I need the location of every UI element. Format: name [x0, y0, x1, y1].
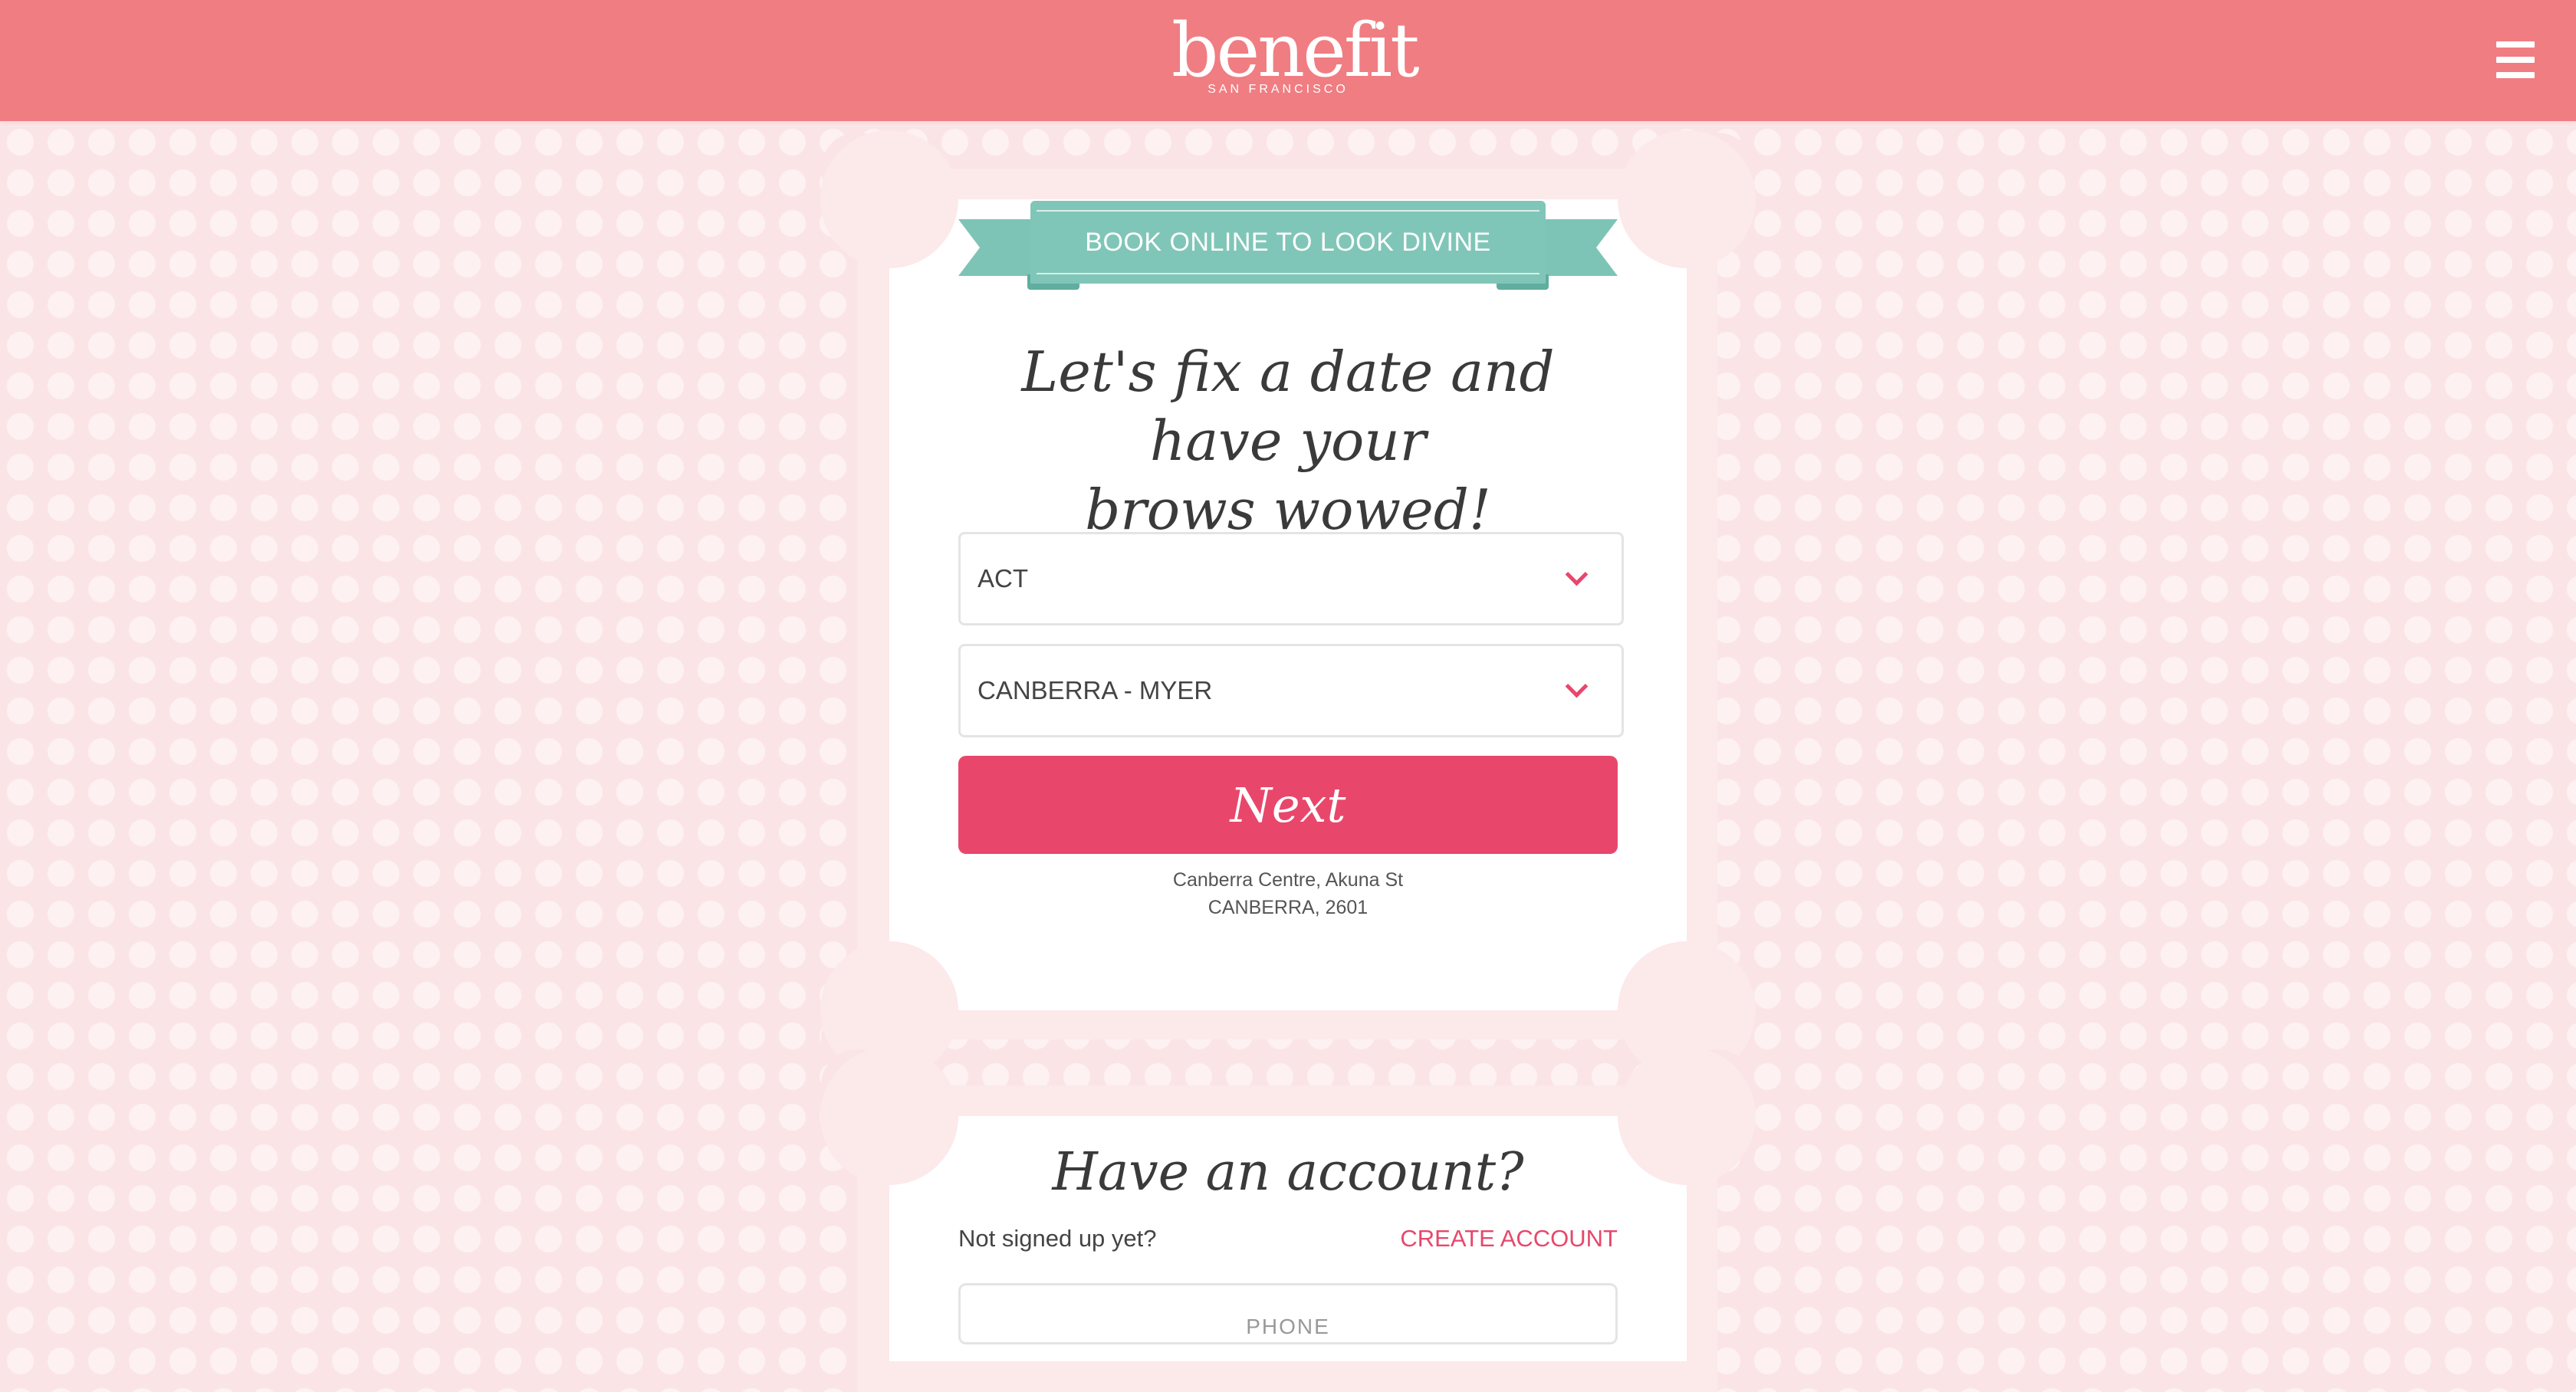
- book-online-banner: BOOK ONLINE TO LOOK DIVINE: [958, 201, 1618, 308]
- menu-bar: [2496, 41, 2535, 48]
- next-button[interactable]: Next: [958, 756, 1618, 854]
- next-button-label: Next: [1230, 776, 1346, 833]
- logo-wordmark: benefit: [1171, 8, 1420, 94]
- store-select[interactable]: CANBERRA - MYER: [958, 644, 1624, 737]
- state-select-value: ACT: [978, 564, 1028, 593]
- menu-bar: [2496, 57, 2535, 63]
- phone-input[interactable]: PHONE: [958, 1283, 1618, 1344]
- phone-placeholder: PHONE: [1246, 1315, 1330, 1338]
- top-header: benefit SAN FRANCISCO: [0, 0, 2576, 121]
- booking-headline: Let's fix a date and have your brows wow…: [951, 337, 1625, 544]
- chevron-down-icon: [1565, 675, 1589, 698]
- menu-bar: [2496, 72, 2535, 78]
- account-title: Have an account?: [1052, 1142, 1524, 1203]
- address-line-1: Canberra Centre, Akuna St: [1172, 869, 1404, 891]
- create-account-link[interactable]: CREATE ACCOUNT: [1380, 1225, 1618, 1252]
- banner-ribbon: BOOK ONLINE TO LOOK DIVINE: [1030, 201, 1546, 284]
- headline-line-1: Let's fix a date and have your: [1021, 340, 1555, 473]
- state-select[interactable]: ACT: [958, 532, 1624, 625]
- benefit-logo[interactable]: benefit SAN FRANCISCO: [1171, 8, 1420, 98]
- banner-text: BOOK ONLINE TO LOOK DIVINE: [1085, 227, 1491, 257]
- store-address: Canberra Centre, Akuna St CANBERRA, 2601: [958, 866, 1618, 921]
- address-line-2: CANBERRA, 2601: [1208, 897, 1368, 918]
- hamburger-menu-icon[interactable]: [2496, 41, 2535, 78]
- not-signed-up-text: Not signed up yet?: [958, 1225, 1157, 1252]
- banner-ribbon-tail-right: [1533, 219, 1618, 276]
- chevron-down-icon: [1565, 563, 1589, 586]
- store-select-value: CANBERRA - MYER: [978, 676, 1213, 704]
